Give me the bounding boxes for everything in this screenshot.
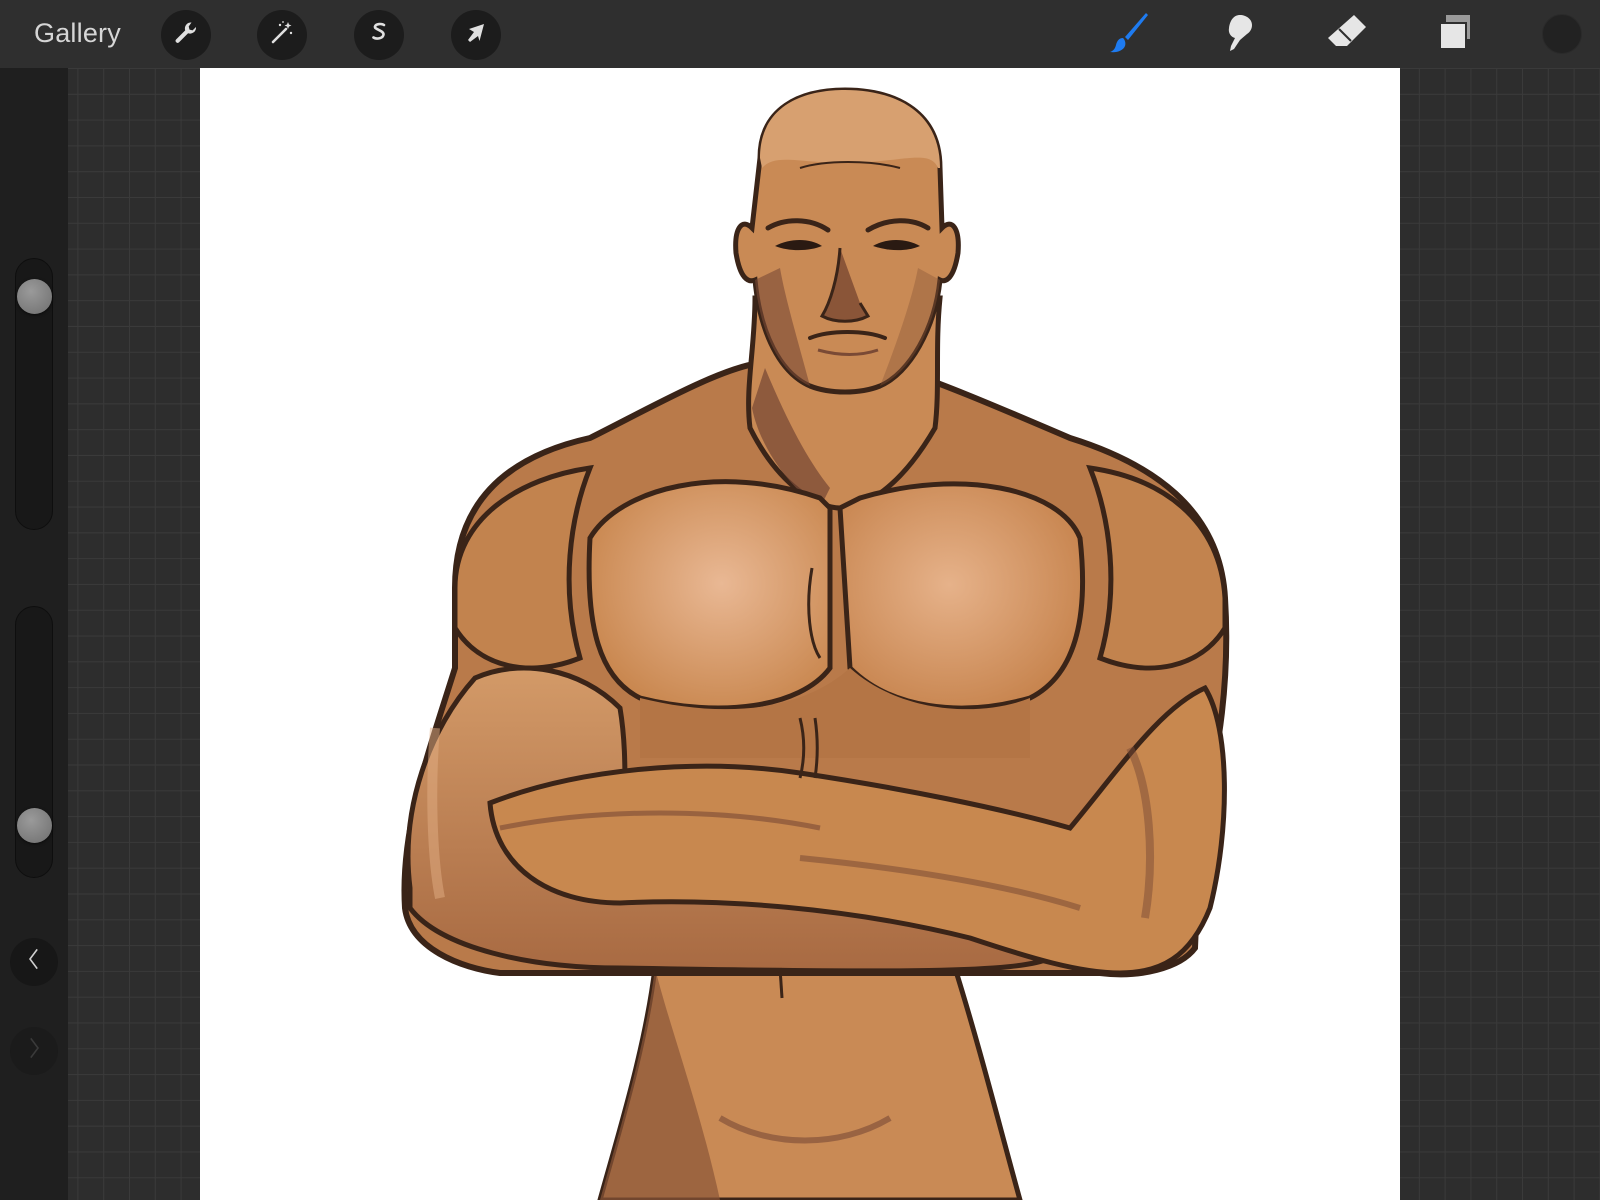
brush-tool-button[interactable] [1103, 12, 1153, 58]
wrench-icon [171, 18, 201, 53]
eraser-icon [1324, 10, 1370, 61]
brush-opacity-slider-thumb[interactable] [17, 807, 52, 843]
left-sidebar [0, 68, 68, 1200]
smudge-tool-button[interactable] [1212, 12, 1262, 58]
selection-s-icon [364, 18, 394, 53]
magic-wand-icon [267, 18, 297, 53]
transform-button[interactable] [451, 10, 501, 60]
layers-icon [1432, 10, 1478, 61]
chevron-right-icon [26, 1033, 42, 1070]
brush-icon [1105, 10, 1151, 61]
layers-button[interactable] [1430, 12, 1480, 58]
arrow-cursor-icon [461, 18, 491, 53]
color-picker-swatch[interactable] [1542, 14, 1582, 54]
adjustments-button[interactable] [257, 10, 307, 60]
top-toolbar: Gallery [0, 0, 1600, 68]
artwork-muscular-figure [401, 87, 1230, 1200]
chevron-left-icon [26, 944, 42, 981]
gallery-button[interactable]: Gallery [34, 18, 121, 49]
eraser-tool-button[interactable] [1322, 12, 1372, 58]
actions-button[interactable] [161, 10, 211, 60]
drawing-canvas[interactable] [200, 68, 1400, 1200]
redo-button[interactable] [10, 1027, 58, 1075]
selection-button[interactable] [354, 10, 404, 60]
undo-button[interactable] [10, 938, 58, 986]
smudge-finger-icon [1214, 10, 1260, 61]
